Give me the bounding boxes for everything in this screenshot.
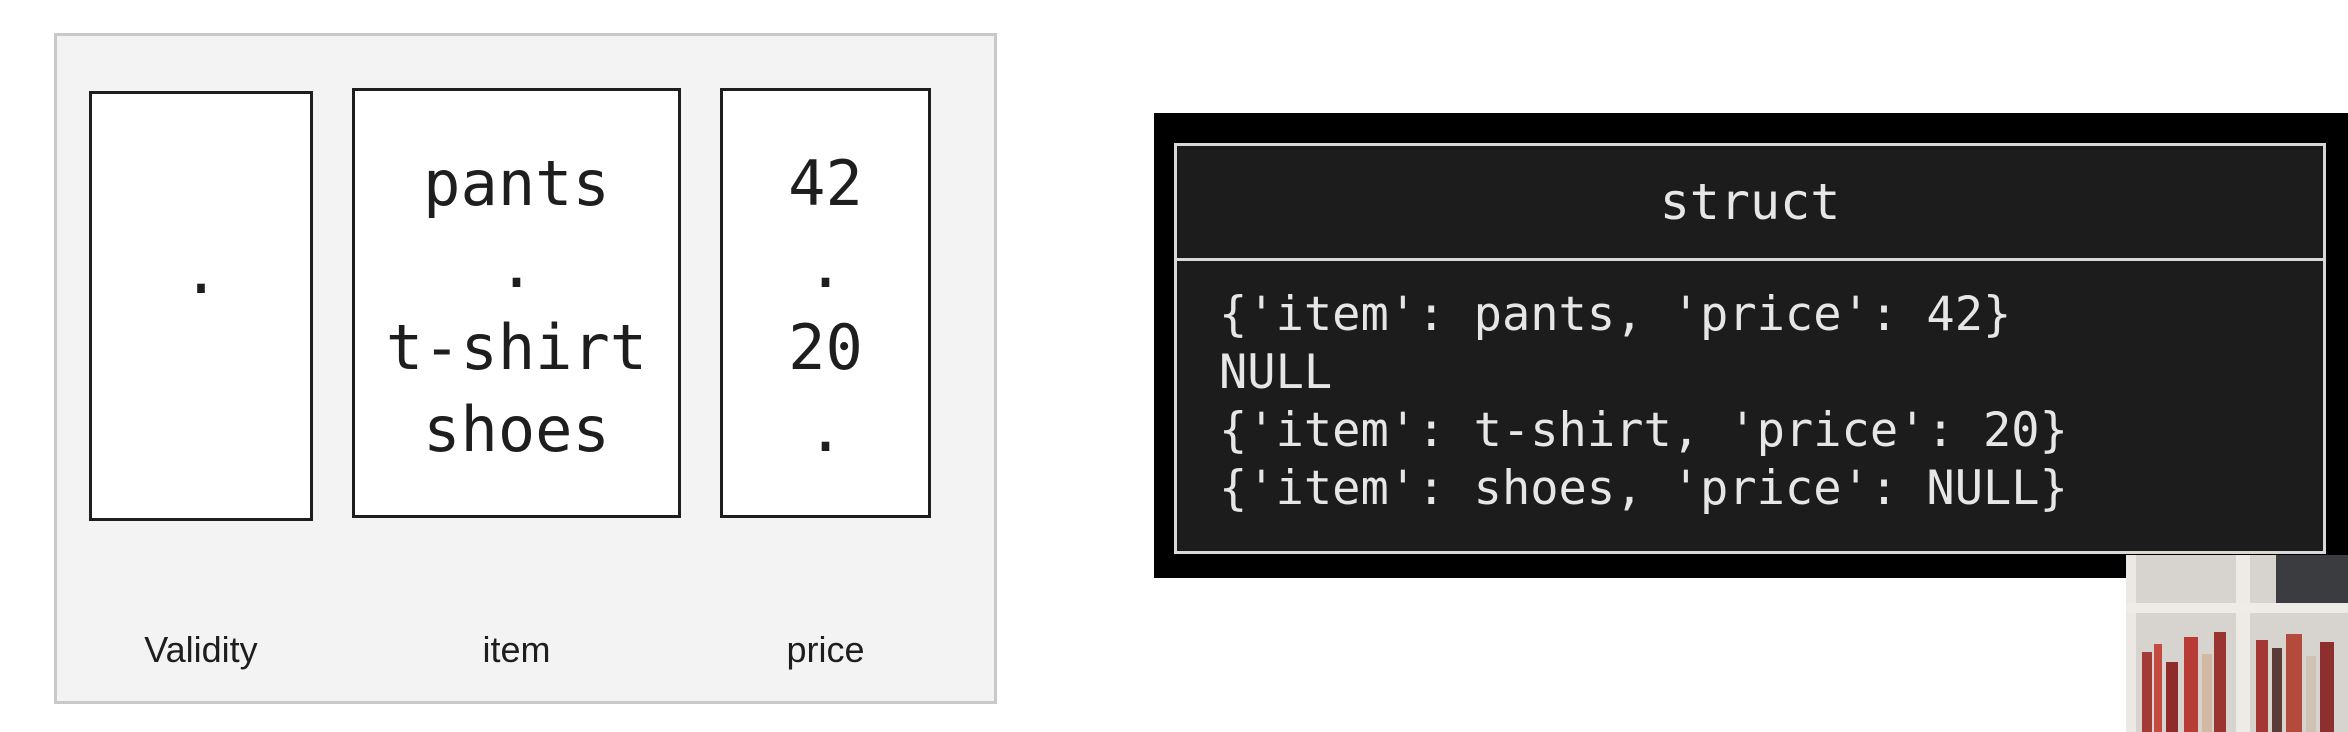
- webcam-thumbnail: [2126, 555, 2348, 732]
- struct-column-header: struct: [1177, 146, 2323, 261]
- item-column-box: pants . t-shirt shoes: [352, 88, 681, 518]
- book: [2142, 652, 2152, 732]
- bookshelf-board: [2126, 603, 2348, 613]
- struct-row: NULL: [1219, 345, 1333, 400]
- book: [2272, 648, 2282, 732]
- price-column-box: 42 . 20 .: [720, 88, 931, 518]
- struct-rows: {'item': pants, 'price': 42} NULL {'item…: [1219, 286, 2068, 518]
- price-cell: 42: [788, 147, 863, 220]
- book: [2202, 654, 2212, 732]
- book: [2320, 642, 2334, 732]
- book: [2154, 644, 2162, 732]
- struct-output-panel: struct {'item': pants, 'price': 42} NULL…: [1154, 113, 2348, 578]
- book: [2184, 637, 2198, 732]
- validity-cell: .: [182, 235, 220, 308]
- item-cell: shoes: [423, 393, 610, 466]
- book: [2256, 640, 2268, 732]
- validity-column-box: .: [89, 91, 313, 521]
- item-cell: .: [497, 229, 536, 302]
- price-column-label: price: [786, 629, 865, 670]
- price-cell: .: [806, 393, 845, 466]
- struct-table: struct {'item': pants, 'price': 42} NULL…: [1174, 143, 2326, 554]
- bookshelf-shadow: [2276, 555, 2348, 603]
- struct-row: {'item': shoes, 'price': NULL}: [1219, 461, 2068, 516]
- book: [2166, 662, 2178, 732]
- bookshelf-divider: [2236, 555, 2250, 732]
- bookshelf-side: [2126, 555, 2136, 732]
- book: [2214, 632, 2226, 732]
- item-column-label: item: [482, 629, 551, 670]
- book: [2306, 656, 2316, 732]
- struct-row: {'item': t-shirt, 'price': 20}: [1219, 403, 2068, 458]
- validity-column-label: Validity: [144, 629, 258, 670]
- price-cell: .: [806, 229, 845, 302]
- struct-row: {'item': pants, 'price': 42}: [1219, 287, 2012, 342]
- price-cell: 20: [788, 311, 863, 384]
- book: [2286, 634, 2302, 732]
- item-cell: pants: [423, 147, 610, 220]
- columnar-diagram-panel: . pants . t-shirt shoes 42 . 20 . Validi…: [54, 33, 997, 704]
- item-cell: t-shirt: [385, 311, 648, 384]
